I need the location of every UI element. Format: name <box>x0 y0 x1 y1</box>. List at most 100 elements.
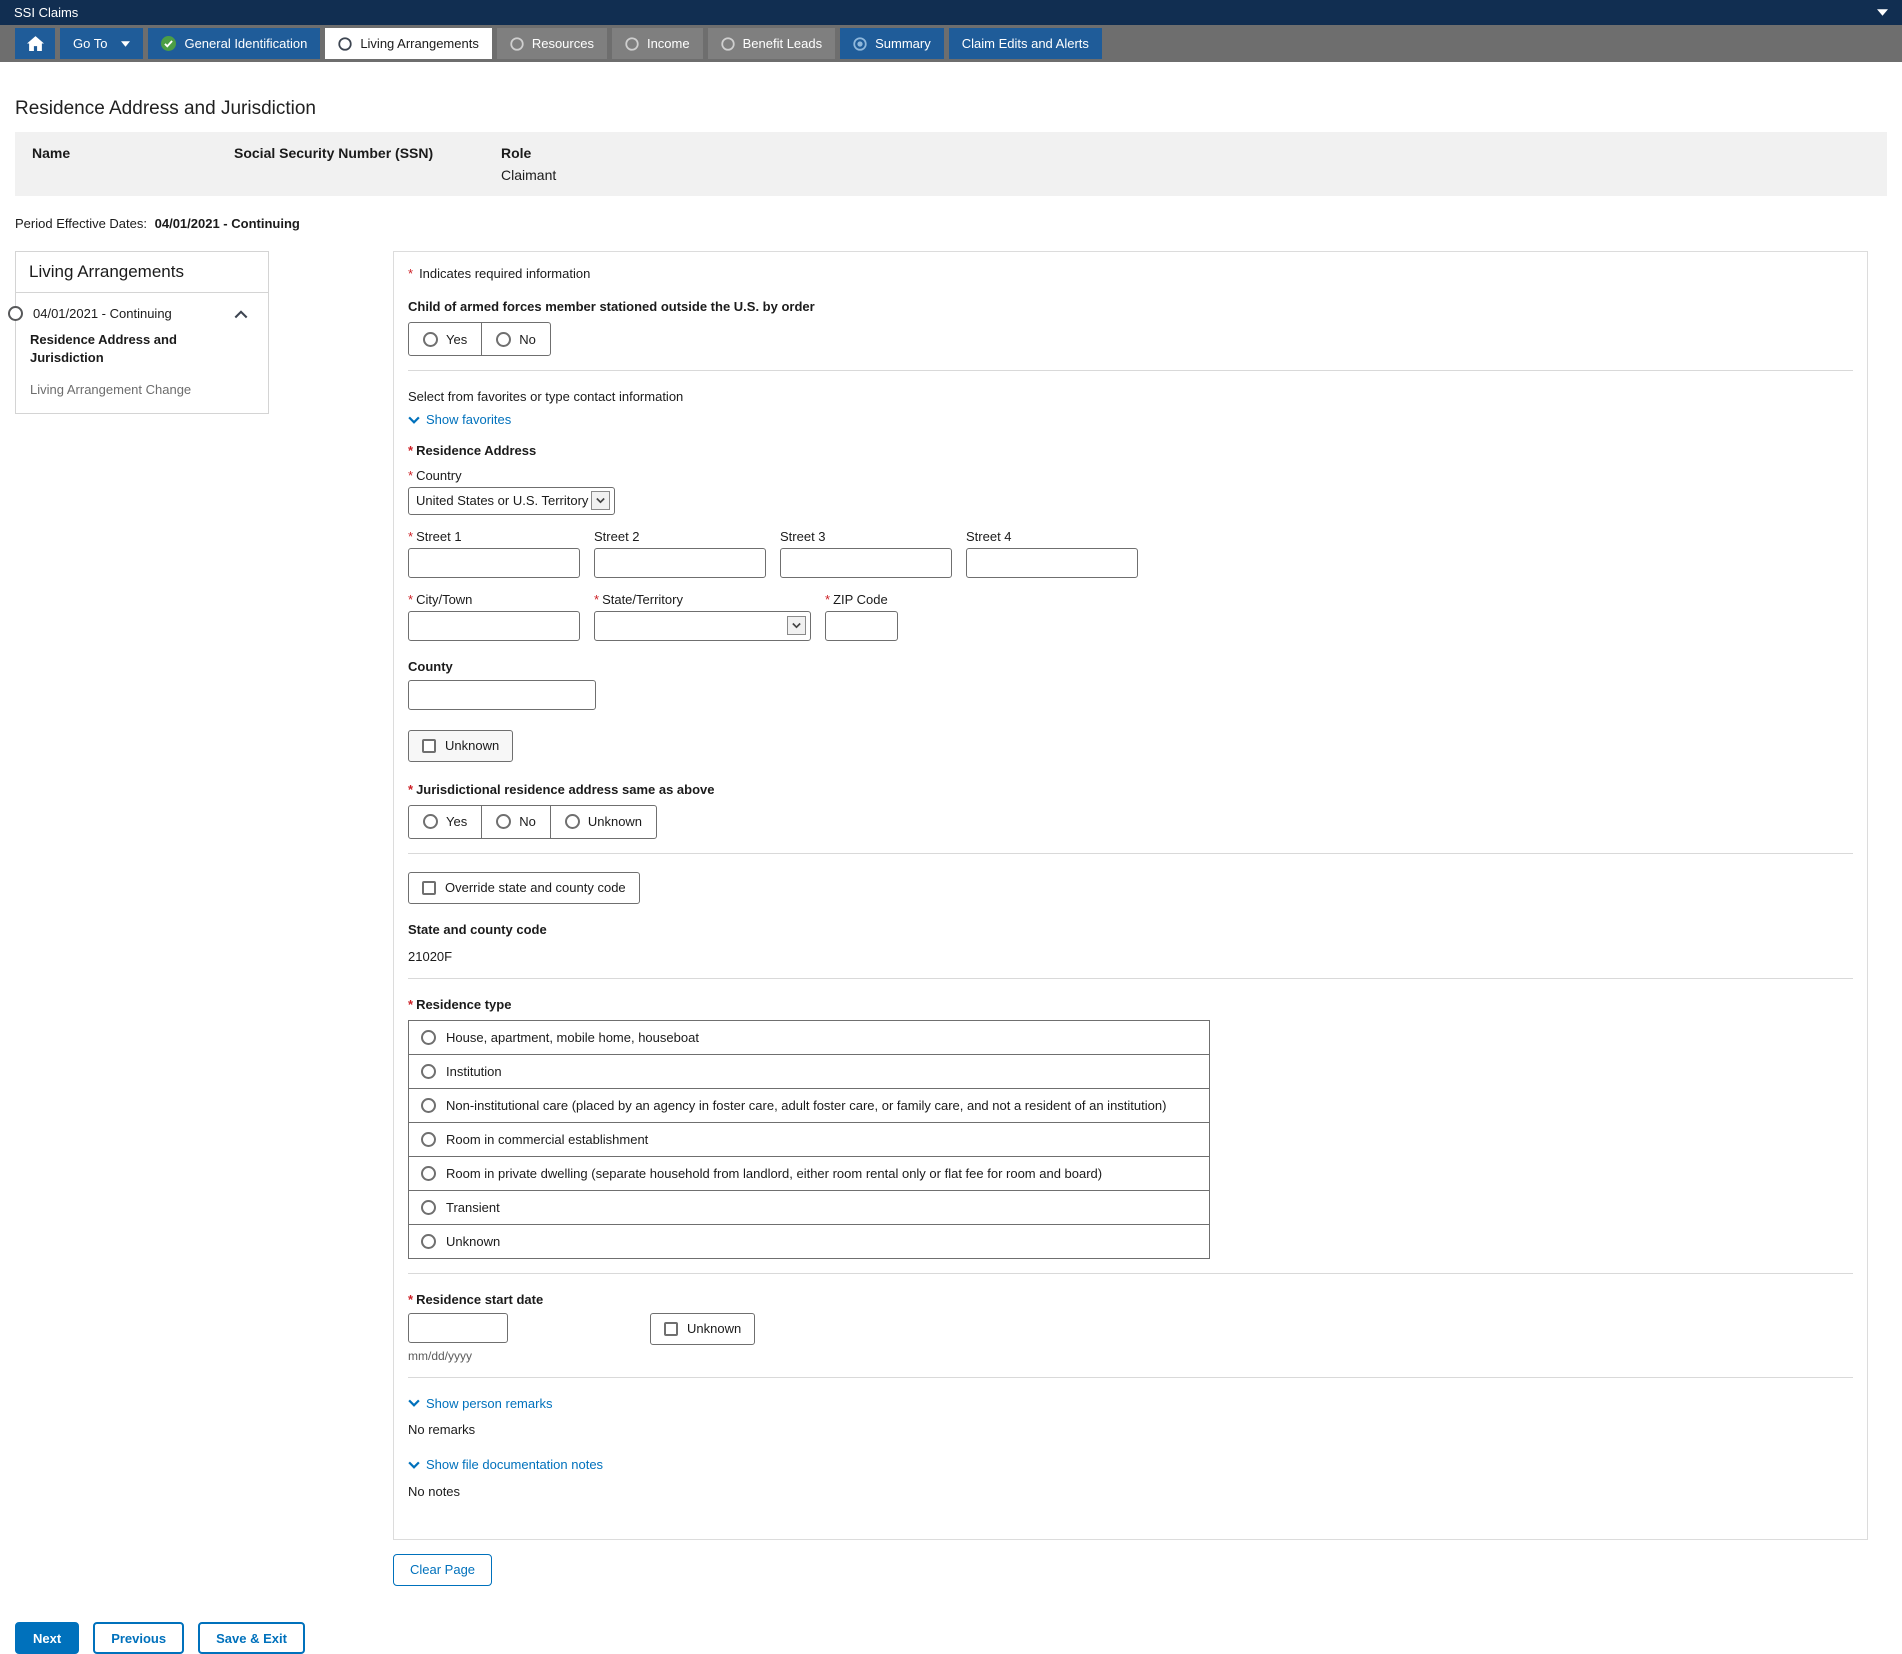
save-exit-button[interactable]: Save & Exit <box>198 1622 305 1654</box>
period-effective-dates: Period Effective Dates: 04/01/2021 - Con… <box>15 216 1887 231</box>
country-label: Country <box>408 468 1853 483</box>
state-county-code-value: 21020F <box>408 949 1853 964</box>
residence-type-label: Residence type <box>408 997 1853 1012</box>
armed-forces-options: Yes No <box>408 322 551 356</box>
app-title: SSI Claims <box>14 5 78 20</box>
radio-icon <box>421 1064 436 1079</box>
home-button[interactable] <box>15 28 55 59</box>
street3-label: Street 3 <box>780 529 952 544</box>
country-select[interactable]: United States or U.S. Territory <box>408 487 615 515</box>
ssn-label: Social Security Number (SSN) <box>234 145 501 161</box>
claim-nav: Go To General Identification Living Arra… <box>0 25 1902 62</box>
jurisdiction-yes-option[interactable]: Yes <box>409 806 481 838</box>
tab-general-identification[interactable]: General Identification <box>148 28 320 59</box>
county-label: County <box>408 659 1853 674</box>
tab-benefit-leads[interactable]: Benefit Leads <box>708 28 836 59</box>
sidebar-item-residence-address[interactable]: Residence Address and Jurisdiction <box>30 331 252 367</box>
county-unknown-checkbox[interactable]: Unknown <box>408 730 513 762</box>
favorites-hint: Select from favorites or type contact in… <box>408 389 1853 404</box>
residence-type-options: House, apartment, mobile home, houseboat… <box>408 1020 1210 1259</box>
city-input[interactable] <box>408 611 580 641</box>
section-divider <box>408 1377 1853 1378</box>
override-state-county-checkbox[interactable]: Override state and county code <box>408 872 640 904</box>
residence-start-date-input[interactable] <box>408 1313 508 1343</box>
chevron-up-icon[interactable] <box>234 309 248 319</box>
street3-input[interactable] <box>780 548 952 578</box>
show-person-remarks-link[interactable]: Show person remarks <box>408 1396 552 1411</box>
radio-icon <box>421 1166 436 1181</box>
tab-claim-edits-and-alerts[interactable]: Claim Edits and Alerts <box>949 28 1102 59</box>
clear-page-button[interactable]: Clear Page <box>393 1554 492 1586</box>
radio-icon <box>423 814 438 829</box>
armed-forces-no-option[interactable]: No <box>481 323 550 355</box>
armed-forces-yes-option[interactable]: Yes <box>409 323 481 355</box>
tab-income[interactable]: Income <box>612 28 703 59</box>
section-divider <box>408 978 1853 979</box>
section-divider <box>408 370 1853 371</box>
radio-dot-icon <box>853 37 867 51</box>
residence-type-option-unknown[interactable]: Unknown <box>408 1224 1210 1259</box>
zip-label: ZIP Code <box>825 592 898 607</box>
start-date-unknown-checkbox[interactable]: Unknown <box>650 1313 755 1345</box>
tab-resources[interactable]: Resources <box>497 28 607 59</box>
period-radio-icon[interactable] <box>8 306 23 321</box>
residence-type-option-institution[interactable]: Institution <box>408 1054 1210 1089</box>
next-button[interactable]: Next <box>15 1622 79 1654</box>
residence-type-option-house[interactable]: House, apartment, mobile home, houseboat <box>408 1020 1210 1055</box>
zip-input[interactable] <box>825 611 898 641</box>
armed-forces-question: Child of armed forces member stationed o… <box>408 299 1853 314</box>
notes-status: No notes <box>408 1484 1853 1499</box>
radio-icon <box>565 814 580 829</box>
chevron-down-icon <box>591 491 610 510</box>
street4-label: Street 4 <box>966 529 1138 544</box>
previous-button[interactable]: Previous <box>93 1622 184 1654</box>
residence-type-option-private-dwelling[interactable]: Room in private dwelling (separate house… <box>408 1156 1210 1191</box>
sidebar-period-row[interactable]: 04/01/2021 - Continuing <box>16 293 268 321</box>
street2-label: Street 2 <box>594 529 766 544</box>
show-file-documentation-notes-link[interactable]: Show file documentation notes <box>408 1457 603 1472</box>
radio-unchecked-icon <box>625 37 639 51</box>
living-arrangements-sidebar: Living Arrangements 04/01/2021 - Continu… <box>15 251 269 414</box>
county-input[interactable] <box>408 680 596 710</box>
city-label: City/Town <box>408 592 580 607</box>
radio-unchecked-icon <box>721 37 735 51</box>
radio-icon <box>496 332 511 347</box>
residence-type-option-commercial[interactable]: Room in commercial establishment <box>408 1122 1210 1157</box>
jurisdiction-question: Jurisdictional residence address same as… <box>408 782 1853 797</box>
street1-input[interactable] <box>408 548 580 578</box>
person-header: Name Social Security Number (SSN) Role C… <box>15 132 1887 196</box>
jurisdiction-unknown-option[interactable]: Unknown <box>550 806 656 838</box>
radio-icon <box>421 1132 436 1147</box>
tab-living-arrangements[interactable]: Living Arrangements <box>325 28 492 59</box>
section-divider <box>408 853 1853 854</box>
jurisdiction-no-option[interactable]: No <box>481 806 550 838</box>
residence-type-option-non-institutional-care[interactable]: Non-institutional care (placed by an age… <box>408 1088 1210 1123</box>
residence-type-option-transient[interactable]: Transient <box>408 1190 1210 1225</box>
chevron-down-icon <box>408 414 420 426</box>
show-favorites-link[interactable]: Show favorites <box>408 412 511 427</box>
tab-summary[interactable]: Summary <box>840 28 944 59</box>
chevron-down-icon <box>787 616 806 635</box>
state-label: State/Territory <box>594 592 811 607</box>
sidebar-title: Living Arrangements <box>16 252 268 293</box>
state-select[interactable] <box>594 611 811 641</box>
content-layout: Living Arrangements 04/01/2021 - Continu… <box>15 251 1887 1586</box>
chevron-down-icon[interactable] <box>1877 9 1888 16</box>
checkbox-icon <box>664 1322 678 1336</box>
form-actions: Next Previous Save & Exit <box>15 1622 305 1654</box>
street-fields-row: Street 1 Street 2 Street 3 Street 4 <box>408 529 1853 578</box>
sidebar-item-living-arrangement-change[interactable]: Living Arrangement Change <box>30 382 252 397</box>
checkbox-icon <box>422 739 436 753</box>
country-value: United States or U.S. Territory <box>416 493 588 508</box>
role-value: Claimant <box>501 167 556 183</box>
radio-icon <box>421 1200 436 1215</box>
residence-start-date-label: Residence start date <box>408 1292 1853 1307</box>
chevron-down-icon <box>408 1459 420 1471</box>
residence-form-panel: Indicates required information Child of … <box>393 251 1868 1540</box>
street4-input[interactable] <box>966 548 1138 578</box>
app-banner: SSI Claims <box>0 0 1902 25</box>
chevron-down-icon <box>121 41 130 47</box>
radio-icon <box>421 1234 436 1249</box>
go-to-dropdown[interactable]: Go To <box>60 28 143 59</box>
street2-input[interactable] <box>594 548 766 578</box>
